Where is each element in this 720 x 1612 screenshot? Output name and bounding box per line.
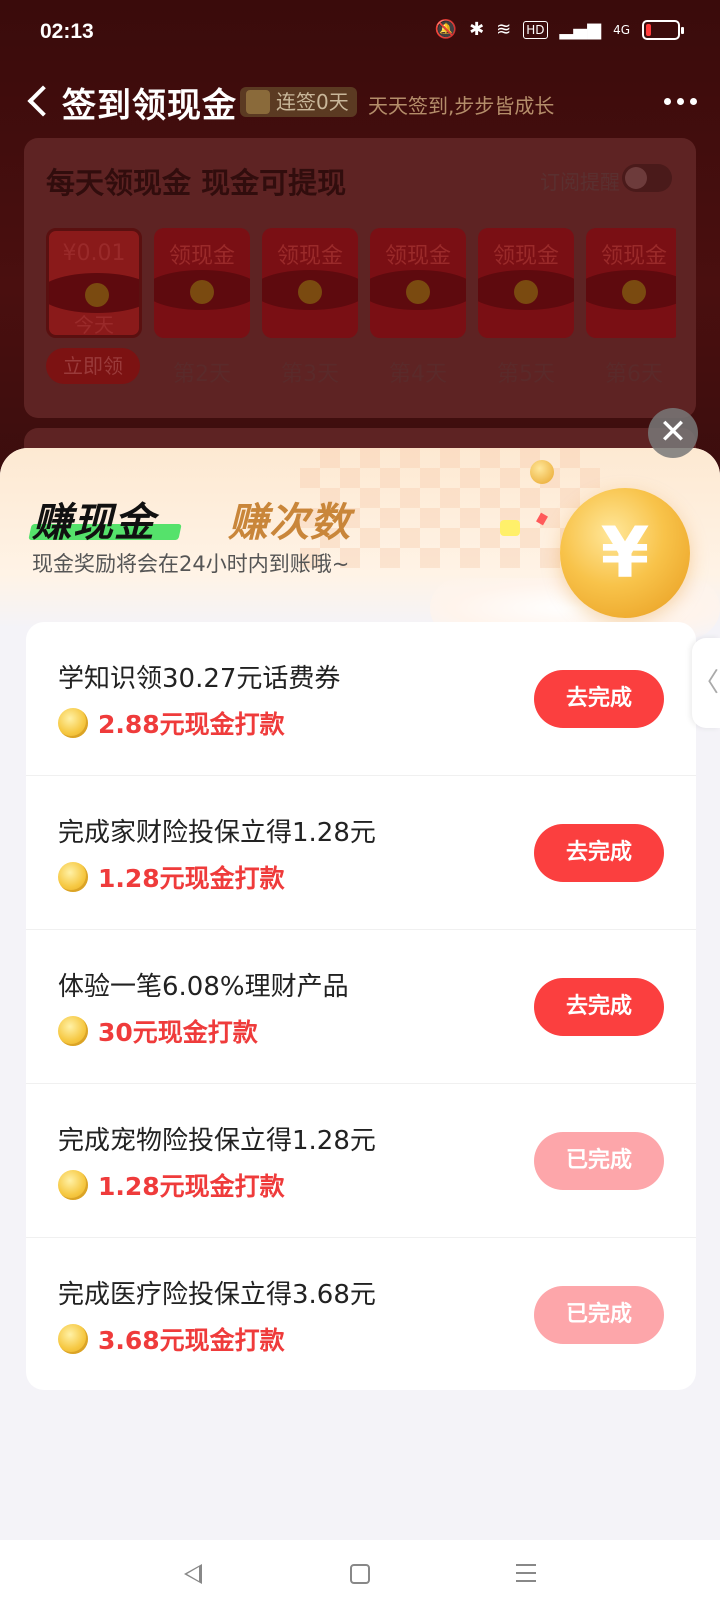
go-complete-button[interactable]: 去完成 — [534, 978, 664, 1036]
task-title: 体验一笔6.08%理财产品 — [58, 972, 349, 1002]
nav-slogan: 天天签到,步步皆成长 — [368, 94, 555, 118]
more-menu-icon[interactable] — [660, 86, 700, 116]
coin-icon — [58, 1016, 88, 1046]
task-title: 学知识领30.27元话费券 — [58, 664, 341, 694]
red-envelope: ¥0.01 今天 — [46, 228, 142, 338]
streak-text: 连签0天 — [276, 90, 349, 114]
reward-text: 3.68元现金打款 — [98, 1326, 285, 1355]
day-label: 第3天 — [281, 362, 339, 387]
coin-icon — [58, 862, 88, 892]
bluetooth-icon: ✱ — [469, 19, 485, 40]
task-row: 完成医疗险投保立得3.68元 3.68元现金打款 已完成 — [26, 1238, 696, 1390]
status-time: 02:13 — [40, 20, 94, 43]
tab-earn-cash[interactable]: 赚现金 — [32, 490, 155, 548]
day-amount: 领现金 — [600, 244, 667, 269]
day-label: 第5天 — [497, 362, 555, 387]
task-row: 完成宠物险投保立得1.28元 1.28元现金打款 已完成 — [26, 1084, 696, 1238]
streak-badge: 连签0天 — [240, 87, 357, 117]
day-amount: 领现金 — [276, 244, 343, 269]
red-envelope: 领现金 — [478, 228, 574, 338]
task-title: 完成家财险投保立得1.28元 — [58, 818, 376, 848]
status-icons: 🔕 ✱ ≋ HD ▂▄▆ 4G — [434, 18, 684, 42]
checkin-days-row: ¥0.01 今天 立即领 领现金 第2天 领现金 第3天 领现金 第4天 领现金… — [46, 228, 676, 398]
confetti-decoration — [500, 520, 520, 536]
red-envelope: 领现金 — [154, 228, 250, 338]
red-envelope: 领现金 — [586, 228, 676, 338]
system-home-icon[interactable] — [350, 1564, 370, 1584]
claim-now-button[interactable]: 立即领 — [46, 348, 140, 384]
red-envelope: 领现金 — [370, 228, 466, 338]
small-coin-icon — [530, 460, 554, 484]
red-envelope: 领现金 — [262, 228, 358, 338]
wifi-icon: ≋ — [496, 19, 512, 40]
side-handle-icon[interactable]: 〈 — [692, 638, 720, 728]
coin-icon — [58, 708, 88, 738]
day-amount: 领现金 — [168, 244, 235, 269]
completed-button[interactable]: 已完成 — [534, 1132, 664, 1190]
signal-icon: ▂▄▆ — [559, 19, 602, 40]
coin-icon — [85, 283, 109, 307]
checkin-card: 每天领现金 现金可提现 订阅提醒 ¥0.01 今天 立即领 领现金 第2天 领现… — [24, 138, 696, 418]
tab-earn-times[interactable]: 赚次数 — [228, 490, 351, 548]
day-label: 第4天 — [389, 362, 447, 387]
task-reward: 30元现金打款 — [58, 1014, 258, 1048]
task-reward: 2.88元现金打款 — [58, 706, 285, 740]
coin-icon — [514, 280, 538, 304]
day-sub: 今天 — [74, 313, 114, 337]
task-row: 学知识领30.27元话费券 2.88元现金打款 去完成 — [26, 622, 696, 776]
reward-text: 1.28元现金打款 — [98, 864, 285, 893]
reward-text: 1.28元现金打款 — [98, 1172, 285, 1201]
task-reward: 1.28元现金打款 — [58, 860, 285, 894]
gold-coin-icon: ¥ — [560, 488, 690, 618]
completed-button[interactable]: 已完成 — [534, 1286, 664, 1344]
mute-icon: 🔕 — [434, 19, 458, 40]
task-reward: 1.28元现金打款 — [58, 1168, 285, 1202]
system-back-icon[interactable] — [184, 1564, 202, 1584]
coin-icon — [406, 280, 430, 304]
system-nav-bar — [0, 1540, 720, 1612]
checkin-day-4[interactable]: 领现金 第4天 — [370, 228, 466, 398]
coin-icon — [190, 280, 214, 304]
task-list: 学知识领30.27元话费券 2.88元现金打款 去完成 完成家财险投保立得1.2… — [26, 622, 696, 1390]
subscribe-toggle[interactable] — [622, 164, 672, 192]
battery-icon — [642, 20, 684, 40]
checkin-day-3[interactable]: 领现金 第3天 — [262, 228, 358, 398]
system-menu-icon[interactable] — [516, 1564, 536, 1584]
status-bar: 02:13 🔕 ✱ ≋ HD ▂▄▆ 4G — [0, 0, 720, 64]
nav-bar: 签到领现金 连签0天 天天签到,步步皆成长 — [0, 72, 720, 132]
task-row: 体验一笔6.08%理财产品 30元现金打款 去完成 — [26, 930, 696, 1084]
go-complete-button[interactable]: 去完成 — [534, 824, 664, 882]
day-amount: 领现金 — [492, 244, 559, 269]
checkin-day-6[interactable]: 领现金 第6天 — [586, 228, 676, 398]
reward-text: 30元现金打款 — [98, 1018, 258, 1047]
task-reward: 3.68元现金打款 — [58, 1322, 285, 1356]
day-label: 第6天 — [605, 362, 663, 387]
4g-signal-icon: 4G — [613, 23, 630, 37]
task-row: 完成家财险投保立得1.28元 1.28元现金打款 去完成 — [26, 776, 696, 930]
coin-icon — [58, 1324, 88, 1354]
day-label: 第2天 — [173, 362, 231, 387]
hd-icon: HD — [523, 21, 548, 39]
close-icon[interactable]: ✕ — [648, 408, 698, 458]
subscribe-label: 订阅提醒 — [540, 170, 620, 194]
day-amount: 领现金 — [384, 244, 451, 269]
page-title: 签到领现金 — [62, 86, 237, 126]
background-page: 02:13 🔕 ✱ ≋ HD ▂▄▆ 4G 签到领现金 连签0天 天天签到,步步… — [0, 0, 720, 488]
checkin-day-5[interactable]: 领现金 第5天 — [478, 228, 574, 398]
day-amount: ¥0.01 — [62, 241, 126, 266]
coin-icon — [58, 1170, 88, 1200]
coin-icon — [298, 280, 322, 304]
sheet-header: 赚现金 赚次数 现金奖励将会在24小时内到账哦~ ¥ — [0, 448, 720, 638]
checkin-day-2[interactable]: 领现金 第2天 — [154, 228, 250, 398]
sheet-subtitle: 现金奖励将会在24小时内到账哦~ — [32, 552, 350, 576]
reward-text: 2.88元现金打款 — [98, 710, 285, 739]
coin-icon — [622, 280, 646, 304]
checkin-day-1[interactable]: ¥0.01 今天 立即领 — [46, 228, 142, 398]
task-title: 完成宠物险投保立得1.28元 — [58, 1126, 376, 1156]
back-arrow-icon[interactable] — [24, 84, 54, 120]
checkin-title: 每天领现金 现金可提现 — [46, 166, 347, 200]
task-title: 完成医疗险投保立得3.68元 — [58, 1280, 376, 1310]
cube-icon — [246, 90, 270, 114]
go-complete-button[interactable]: 去完成 — [534, 670, 664, 728]
